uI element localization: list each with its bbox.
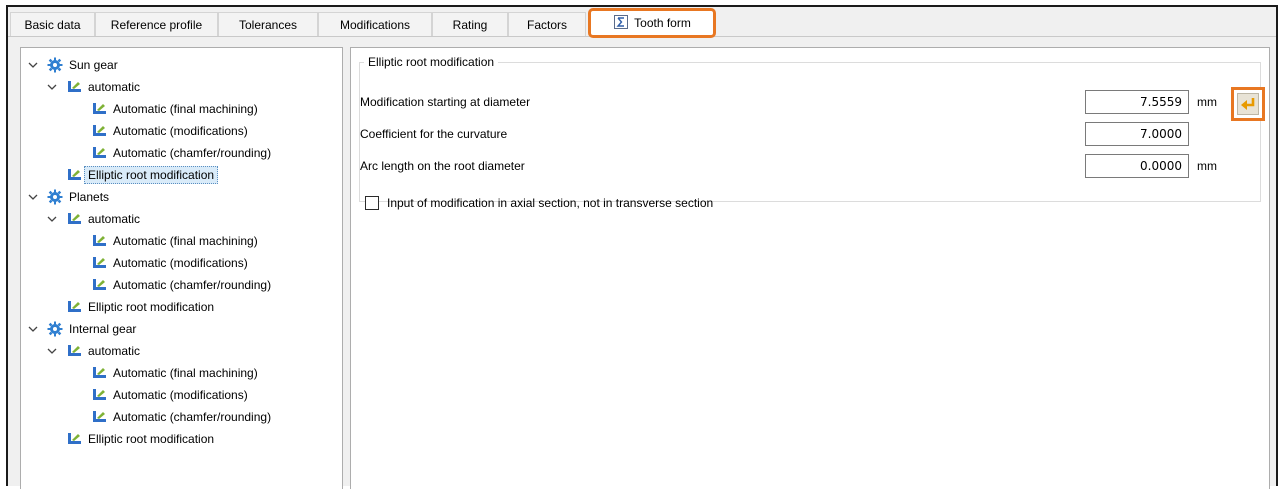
tool-icon <box>89 100 109 118</box>
tree-node-sun-final-machining[interactable]: Automatic (final machining) <box>89 99 258 119</box>
tree-node-planets[interactable]: Planets <box>27 187 109 207</box>
fetch-value-button[interactable] <box>1231 87 1265 121</box>
tree-node-planets-modifications[interactable]: Automatic (modifications) <box>89 253 248 273</box>
tool-icon <box>64 166 84 184</box>
tree-node-internal-chamfer[interactable]: Automatic (chamfer/rounding) <box>89 407 271 427</box>
tree-label: Internal gear <box>69 322 137 336</box>
axial-section-label: Input of modification in axial section, … <box>387 196 714 210</box>
gear-icon <box>45 56 65 74</box>
tool-icon <box>89 408 109 426</box>
arc-length-label: Arc length on the root diameter <box>360 159 525 173</box>
tool-icon <box>89 364 109 382</box>
tree-label: Elliptic root modification <box>88 300 215 314</box>
tree-node-internal-elliptic[interactable]: Elliptic root modification <box>64 429 214 449</box>
tool-icon <box>89 122 109 140</box>
tab-rating[interactable]: Rating <box>432 12 508 36</box>
main-window: Basic data Reference profile Tolerances … <box>6 5 1278 489</box>
tree-label: automatic <box>88 212 141 226</box>
tab-basic-data[interactable]: Basic data <box>10 12 95 36</box>
tab-modifications[interactable]: Modifications <box>318 12 432 36</box>
arc-length-input[interactable]: 0.0000 <box>1085 154 1189 178</box>
tree-label: Automatic (modifications) <box>113 388 248 402</box>
tree-node-internal-automatic[interactable]: automatic <box>46 341 140 361</box>
tree-node-internal-modifications[interactable]: Automatic (modifications) <box>89 385 248 405</box>
tab-label: Factors <box>526 17 567 32</box>
tool-icon <box>89 276 109 294</box>
curvature-coefficient-label: Coefficient for the curvature <box>360 127 508 141</box>
tree-label: Sun gear <box>69 58 118 72</box>
tree-node-internal-gear[interactable]: Internal gear <box>27 319 136 339</box>
tab-label: Reference profile <box>110 17 203 32</box>
tool-icon <box>89 144 109 162</box>
tab-tolerances[interactable]: Tolerances <box>218 12 318 36</box>
chevron-down-icon[interactable] <box>27 193 39 201</box>
gear-icon <box>45 188 65 206</box>
chevron-down-icon[interactable] <box>27 325 39 333</box>
tree-label: Elliptic root modification <box>88 432 215 446</box>
tree-label: Automatic (chamfer/rounding) <box>113 146 272 160</box>
tree-view[interactable]: Sun gear automatic Automatic (final mach… <box>20 47 343 489</box>
curvature-coefficient-input[interactable]: 7.0000 <box>1085 122 1189 146</box>
tab-factors[interactable]: Factors <box>508 12 586 36</box>
tree-node-planets-automatic[interactable]: automatic <box>46 209 140 229</box>
chevron-down-icon[interactable] <box>46 83 58 91</box>
tool-icon <box>64 430 84 448</box>
axial-section-checkbox[interactable] <box>365 196 379 210</box>
properties-panel: Elliptic root modification Modification … <box>350 47 1270 489</box>
tab-tooth-form[interactable]: Tooth form <box>588 8 716 38</box>
start-diameter-input[interactable]: 7.5559 <box>1085 90 1189 114</box>
tree-label: automatic <box>88 80 141 94</box>
tree-node-sun-elliptic[interactable]: Elliptic root modification <box>64 165 219 185</box>
tab-label: Modifications <box>339 17 411 32</box>
tree-label: Automatic (chamfer/rounding) <box>113 410 272 424</box>
tab-reference-profile[interactable]: Reference profile <box>95 12 218 36</box>
chevron-down-icon[interactable] <box>46 215 58 223</box>
tree-label: Automatic (final machining) <box>113 234 258 248</box>
tree-node-planets-elliptic[interactable]: Elliptic root modification <box>64 297 214 317</box>
tree-label: Automatic (modifications) <box>113 256 248 270</box>
tree-node-sun-automatic[interactable]: automatic <box>46 77 140 97</box>
arrow-left-return-icon <box>1237 93 1259 115</box>
gear-icon <box>45 320 65 338</box>
tool-icon <box>64 210 84 228</box>
tree-label: Automatic (chamfer/rounding) <box>113 278 272 292</box>
tab-label: Rating <box>452 17 488 32</box>
tab-bar: Basic data Reference profile Tolerances … <box>8 7 1276 38</box>
tree-node-internal-final-machining[interactable]: Automatic (final machining) <box>89 363 258 383</box>
tree-label: Planets <box>69 190 110 204</box>
tool-icon <box>64 78 84 96</box>
tree-node-planets-chamfer[interactable]: Automatic (chamfer/rounding) <box>89 275 271 295</box>
start-diameter-unit: mm <box>1197 95 1217 109</box>
group-title: Elliptic root modification <box>364 55 499 69</box>
tool-icon <box>89 254 109 272</box>
tree-label: Automatic (final machining) <box>113 366 258 380</box>
tree-node-planets-final-machining[interactable]: Automatic (final machining) <box>89 231 258 251</box>
sigma-document-icon <box>613 14 629 33</box>
tab-label: Tooth form <box>634 16 691 30</box>
tree-label: Automatic (modifications) <box>113 124 248 138</box>
tool-icon <box>89 386 109 404</box>
chevron-down-icon[interactable] <box>46 347 58 355</box>
tool-icon <box>64 298 84 316</box>
chevron-down-icon[interactable] <box>27 61 39 69</box>
tree-label: Elliptic root modification <box>84 166 219 184</box>
tree-node-sun-modifications[interactable]: Automatic (modifications) <box>89 121 248 141</box>
tree-node-sun-chamfer[interactable]: Automatic (chamfer/rounding) <box>89 143 271 163</box>
tree-node-sun-gear[interactable]: Sun gear <box>27 55 118 75</box>
tool-icon <box>89 232 109 250</box>
tree-label: Automatic (final machining) <box>113 102 258 116</box>
tab-label: Tolerances <box>238 17 298 32</box>
tree-label: automatic <box>88 344 141 358</box>
start-diameter-label: Modification starting at diameter <box>360 95 531 109</box>
arc-length-unit: mm <box>1197 159 1217 173</box>
tool-icon <box>64 342 84 360</box>
tab-label: Basic data <box>24 17 81 32</box>
